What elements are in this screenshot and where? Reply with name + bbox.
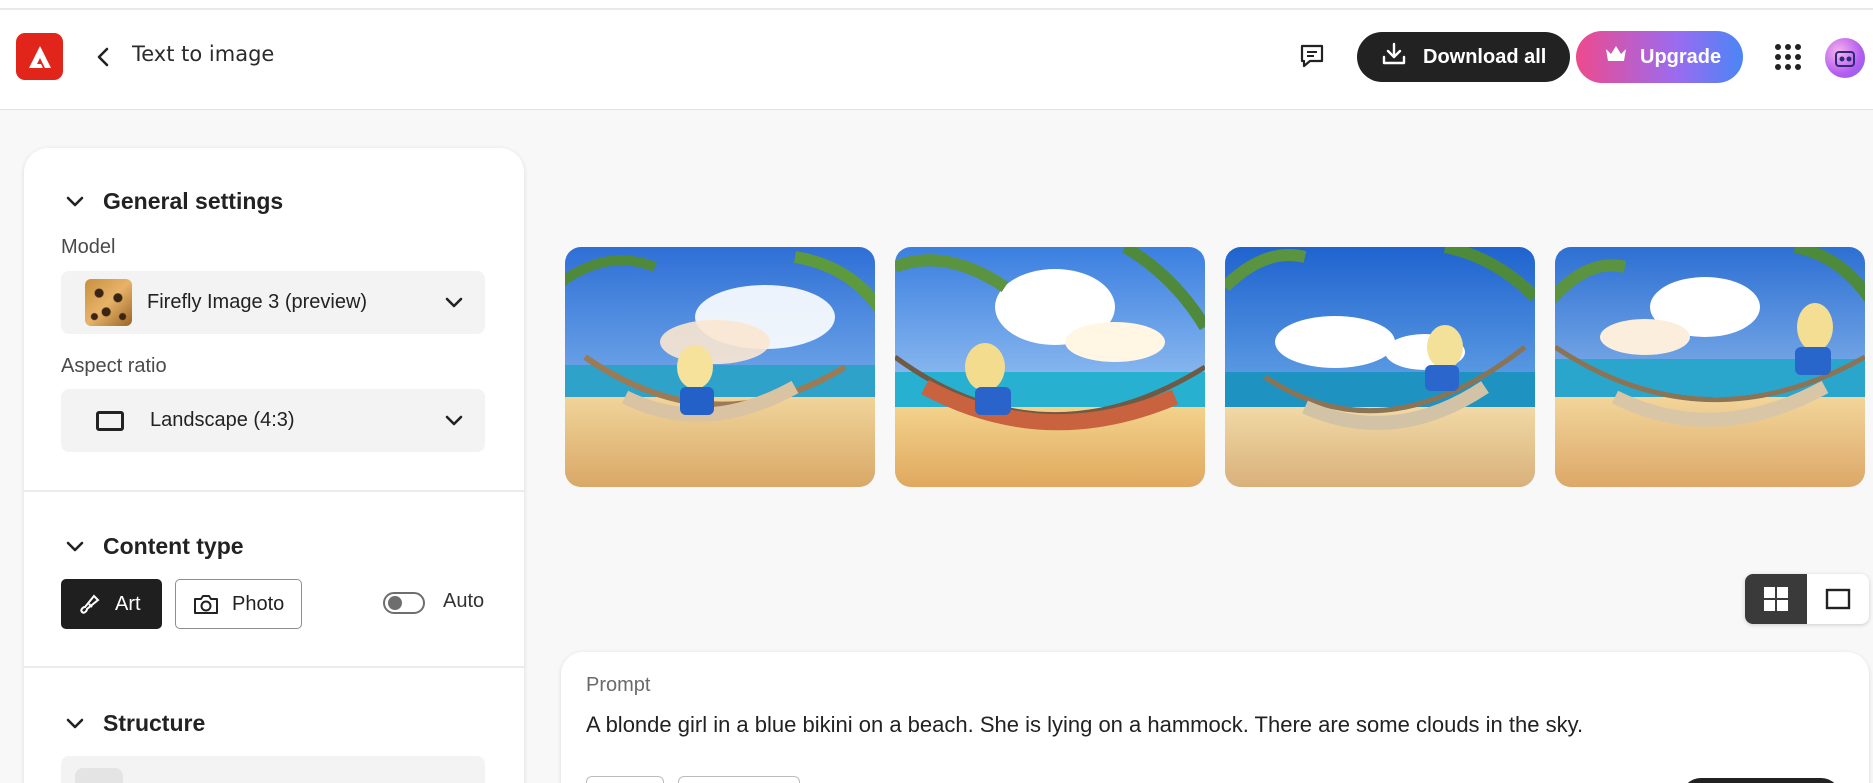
camera-icon [194,595,218,614]
structure-header[interactable]: Structure [65,710,205,737]
auto-label: Auto [443,590,485,612]
aspect-ratio-value: Landscape (4:3) [150,409,295,431]
single-view-icon [1825,588,1851,610]
model-thumbnail [85,279,132,326]
section-divider [24,666,524,668]
feedback-chat-icon[interactable] [1296,40,1328,72]
upgrade-label: Upgrade [1640,45,1722,68]
settings-panel: General settings Model Firefly Image 3 (… [24,148,524,783]
prompt-input[interactable]: A blonde girl in a blue bikini on a beac… [586,712,1583,738]
model-select[interactable]: Firefly Image 3 (preview) [61,271,485,334]
chevron-down-icon [445,415,463,426]
general-settings-header[interactable]: General settings [65,188,283,215]
upgrade-button[interactable]: Upgrade [1576,31,1743,83]
crown-icon [1604,44,1628,70]
art-label: Art [115,592,141,615]
app-header: Text to image Download all Upgrade [0,0,1873,110]
chevron-down-icon [66,541,84,551]
auto-toggle[interactable] [383,592,425,614]
toggle-knob [388,596,402,610]
structure-reference-select[interactable] [61,756,485,783]
download-icon [1381,41,1407,73]
single-view-button[interactable] [1807,574,1869,624]
general-settings-title: General settings [103,188,284,214]
content-type-header[interactable]: Content type [65,533,244,560]
structure-title: Structure [103,710,206,736]
prompt-panel: Prompt A blonde girl in a blue bikini on… [561,652,1869,783]
generated-image-3[interactable] [1225,247,1535,487]
top-border [0,8,1873,10]
prompt-label: Prompt [586,674,651,696]
model-value: Firefly Image 3 (preview) [147,291,368,313]
photo-label: Photo [232,592,285,615]
adobe-logo-icon[interactable] [16,33,63,80]
page-title: Text to image [132,42,275,66]
back-chevron-icon[interactable] [90,44,116,70]
generate-button[interactable] [1681,778,1841,783]
chevron-down-icon [66,718,84,728]
user-avatar[interactable] [1825,38,1865,78]
model-label: Model [61,236,116,258]
download-all-label: Download all [1423,45,1547,68]
content-type-title: Content type [103,533,244,559]
download-all-button[interactable]: Download all [1357,32,1570,82]
brush-icon [80,594,100,614]
chevron-down-icon [66,196,84,206]
grid-view-button[interactable] [1745,574,1807,624]
chevron-down-icon [445,297,463,308]
apps-grid-icon[interactable] [1774,43,1802,71]
generated-image-4[interactable] [1555,247,1865,487]
aspect-ratio-label: Aspect ratio [61,355,167,377]
content-type-photo-button[interactable]: Photo [175,579,302,629]
landscape-ratio-icon [96,410,124,431]
prompt-option-chip[interactable] [586,776,664,783]
prompt-option-chip[interactable] [678,776,800,783]
grid-view-icon [1764,587,1788,611]
structure-image-icon [75,768,123,783]
content-type-art-button[interactable]: Art [61,579,162,629]
generated-image-1[interactable] [565,247,875,487]
view-mode-toggle [1745,574,1869,624]
aspect-ratio-select[interactable]: Landscape (4:3) [61,389,485,452]
generated-image-2[interactable] [895,247,1205,487]
section-divider [24,490,524,492]
